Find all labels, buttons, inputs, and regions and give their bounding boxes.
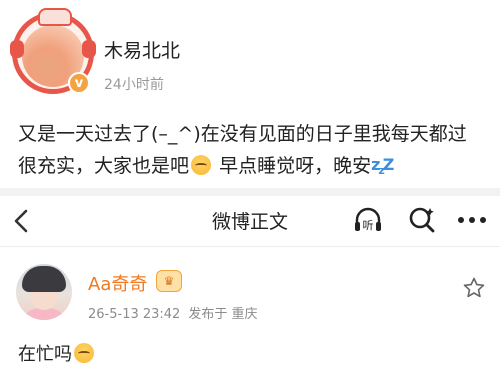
star-outline-icon bbox=[463, 277, 485, 298]
section-divider bbox=[0, 188, 500, 196]
comment-author-name[interactable]: Aa奇奇 bbox=[88, 270, 147, 296]
comment-author-avatar[interactable] bbox=[16, 264, 72, 320]
avatar-decoration-right bbox=[82, 40, 96, 58]
headphones-icon: 听 bbox=[355, 207, 381, 232]
avatar-hair bbox=[22, 266, 66, 292]
more-icon bbox=[458, 217, 486, 223]
comment-date: 26-5-13 23:42 bbox=[88, 307, 181, 322]
post-author-avatar[interactable]: v bbox=[10, 8, 96, 94]
sleepy-face-emoji-icon bbox=[191, 155, 212, 175]
zzz-icon: zzZ bbox=[371, 155, 394, 178]
more-button[interactable] bbox=[452, 202, 492, 238]
post-text-segment: 很充实，大家也是吧 bbox=[18, 155, 190, 177]
post-text-line-1: 又是一天过去了(–_^)在没有见面的日子里我每天都过 bbox=[18, 123, 467, 145]
search-icon bbox=[409, 207, 435, 233]
like-button[interactable] bbox=[462, 276, 486, 300]
post-text-segment: 早点睡觉呀，晚安 bbox=[219, 155, 372, 177]
listen-button[interactable]: 听 bbox=[350, 202, 386, 238]
comment-meta: 26-5-13 23:42 发布于 重庆 bbox=[88, 303, 257, 322]
search-button[interactable] bbox=[404, 202, 440, 238]
sleepy-face-emoji-icon bbox=[74, 343, 94, 363]
listen-label: 听 bbox=[363, 219, 374, 232]
post-body: 又是一天过去了(–_^)在没有见面的日子里我每天都过 很充实，大家也是吧 早点睡… bbox=[18, 118, 500, 189]
post-text-line-2: 很充实，大家也是吧 早点睡觉呀，晚安zzZ bbox=[18, 150, 500, 189]
post-author-name[interactable]: 木易北北 bbox=[104, 36, 180, 63]
avatar-decoration-left bbox=[10, 40, 24, 58]
avatar-decoration bbox=[38, 8, 72, 26]
comment-location: 发布于 重庆 bbox=[188, 307, 258, 322]
comment-body: 在忙吗 bbox=[18, 340, 96, 366]
nav-divider bbox=[0, 246, 500, 247]
post-timestamp: 24小时前 bbox=[104, 77, 164, 93]
comment-text: 在忙吗 bbox=[18, 344, 72, 365]
fan-badge-icon[interactable]: ♛ bbox=[156, 270, 182, 292]
verified-badge-icon: v bbox=[68, 72, 90, 94]
